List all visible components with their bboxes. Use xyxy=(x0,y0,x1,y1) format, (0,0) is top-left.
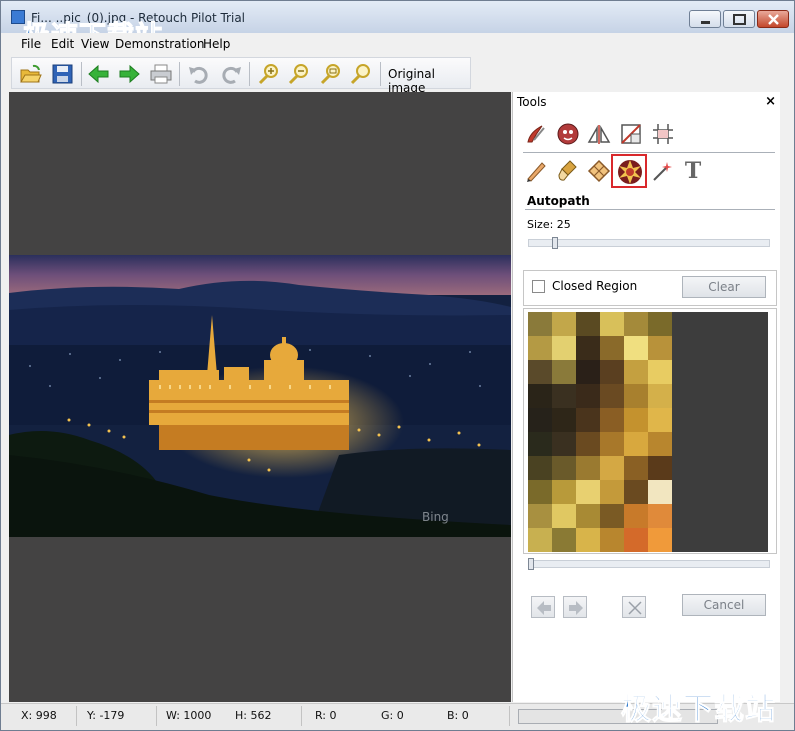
zoom-actual-icon[interactable] xyxy=(348,62,374,86)
menu-demonstration[interactable]: Demonstration xyxy=(115,37,205,51)
next-button[interactable] xyxy=(563,596,587,618)
closed-region-label: Closed Region xyxy=(552,279,638,293)
brush-icon[interactable] xyxy=(523,121,549,147)
close-button[interactable] xyxy=(757,10,789,28)
zoom-fit-icon[interactable] xyxy=(318,62,344,86)
zoom-out-icon[interactable] xyxy=(286,62,312,86)
menu-view[interactable]: View xyxy=(81,37,109,51)
status-g: G: 0 xyxy=(381,709,404,722)
mirror-icon[interactable] xyxy=(586,121,612,147)
watermark-bottom: 极速下载站 xyxy=(621,692,776,728)
eraser-brush-icon[interactable] xyxy=(555,158,581,184)
status-h: H: 562 xyxy=(235,709,272,722)
text-icon[interactable]: T xyxy=(680,158,706,184)
preview-panel xyxy=(523,308,777,554)
grid-icon[interactable] xyxy=(650,121,676,147)
photo-credit-text: Bing xyxy=(422,510,449,524)
app-window: Fi... ..pic_(0).jpg - Retouch Pilot Tria… xyxy=(0,0,795,731)
toolbar: Original image xyxy=(11,57,471,95)
tools-panel: Tools × T Autopath Size: 25 Closed Regio… xyxy=(512,92,780,702)
closed-region-checkbox[interactable] xyxy=(532,280,545,293)
status-r: R: 0 xyxy=(315,709,337,722)
delete-button[interactable] xyxy=(622,596,646,618)
prev-button[interactable] xyxy=(531,596,555,618)
status-b: B: 0 xyxy=(447,709,469,722)
maximize-button[interactable] xyxy=(723,10,755,28)
image-canvas[interactable]: Bing xyxy=(9,92,511,702)
crop-icon[interactable] xyxy=(618,121,644,147)
size-slider-thumb[interactable] xyxy=(552,237,558,249)
menu-help[interactable]: Help xyxy=(203,37,230,51)
menu-bar: File Edit View Demonstration Help xyxy=(1,33,794,55)
patch-icon[interactable] xyxy=(586,158,612,184)
tools-panel-close-icon[interactable]: × xyxy=(765,94,776,109)
options-group: Closed Region Clear xyxy=(523,270,777,306)
preview-slider-thumb[interactable] xyxy=(528,558,534,570)
save-icon[interactable] xyxy=(50,62,76,86)
status-y: Y: -179 xyxy=(87,709,125,722)
pencil-icon[interactable] xyxy=(523,158,549,184)
undo-icon[interactable] xyxy=(186,62,212,86)
status-x: X: 998 xyxy=(21,709,57,722)
back-arrow-icon[interactable] xyxy=(86,62,112,86)
size-label: Size: 25 xyxy=(527,218,571,231)
city-night-photo: Bing xyxy=(9,255,511,537)
clear-button[interactable]: Clear xyxy=(682,276,766,298)
zoom-preview-image xyxy=(528,312,768,552)
open-icon[interactable] xyxy=(18,62,44,86)
original-image-button[interactable]: Original image xyxy=(388,67,470,95)
status-w: W: 1000 xyxy=(166,709,212,722)
tools-panel-title: Tools xyxy=(517,95,547,109)
forward-arrow-icon[interactable] xyxy=(116,62,142,86)
wand-icon[interactable] xyxy=(650,158,676,184)
redo-icon[interactable] xyxy=(218,62,244,86)
autopath-icon[interactable] xyxy=(611,154,647,188)
face-icon[interactable] xyxy=(555,121,581,147)
menu-edit[interactable]: Edit xyxy=(51,37,74,51)
preview-slider[interactable] xyxy=(528,560,770,568)
section-title: Autopath xyxy=(527,194,590,208)
zoom-in-icon[interactable] xyxy=(256,62,282,86)
print-icon[interactable] xyxy=(148,62,174,86)
minimize-button[interactable] xyxy=(689,10,721,28)
cancel-button[interactable]: Cancel xyxy=(682,594,766,616)
menu-file[interactable]: File xyxy=(21,37,41,51)
size-slider[interactable] xyxy=(528,239,770,247)
